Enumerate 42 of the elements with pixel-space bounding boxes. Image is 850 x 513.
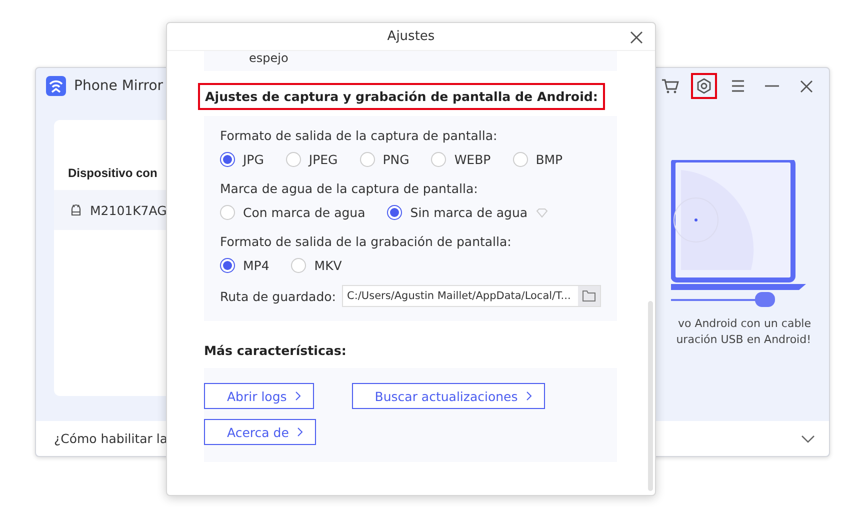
chevron-right-icon: [526, 391, 532, 401]
path-label: Ruta de guardado:: [220, 288, 336, 304]
folder-icon: [582, 290, 596, 302]
chevron-right-icon: [296, 427, 303, 437]
chevron-right-icon: [294, 391, 301, 401]
link-button[interactable]: Buscar actualizaciones: [352, 383, 545, 409]
group-label: Formato de salida de la grabación de pantalla:: [220, 234, 512, 249]
cart-icon: [661, 78, 679, 94]
device-heading: Dispositivo con: [67, 166, 158, 180]
radio-option[interactable]: BMP: [512, 152, 563, 167]
close-icon: [630, 30, 642, 44]
settings-button[interactable]: [691, 73, 717, 99]
link-button[interactable]: Abrir logs: [204, 383, 314, 409]
menu-icon: [731, 80, 745, 92]
link-button[interactable]: Acerca de: [204, 419, 316, 445]
scrollbar[interactable]: [648, 301, 653, 491]
android-icon: [70, 204, 82, 216]
radio-option[interactable]: MP4: [220, 258, 270, 273]
option-text: espejo: [248, 51, 290, 65]
section-title: Más características:: [204, 343, 348, 358]
group-label: Formato de salida de la captura de pantalla:: [220, 128, 498, 143]
settings-icon: [696, 78, 712, 94]
path-field[interactable]: C:/Users/Agustin Maillet/AppData/Local/T...: [342, 285, 601, 307]
radio-option[interactable]: Con marca de agua: [220, 205, 366, 220]
wifi-logo-icon: [46, 76, 66, 96]
radio-option[interactable]: Sin marca de agua: [387, 205, 548, 220]
connection-hint-line: uración USB en Android!: [676, 332, 811, 348]
close-icon: [800, 80, 812, 92]
browse-button[interactable]: [578, 286, 600, 306]
chevron-down-icon: [801, 434, 815, 442]
section-title: Ajustes de captura y grabación de pantalla de Android:: [198, 83, 605, 110]
device-name: M2101K7AG: [90, 202, 167, 218]
radio-option[interactable]: JPG: [220, 152, 264, 167]
radio-option[interactable]: MKV: [291, 258, 342, 273]
radio-option[interactable]: PNG: [360, 152, 410, 167]
radio-option[interactable]: WEBP: [431, 152, 491, 167]
minimize-icon: [765, 85, 779, 87]
connection-hint-line: vo Android con un cable: [678, 316, 811, 332]
group-label: Marca de agua de la captura de pantalla:: [220, 181, 479, 196]
dialog-title: Ajustes: [387, 29, 435, 44]
app-title: Phone Mirror: [74, 78, 164, 94]
radio-option[interactable]: JPEG: [286, 152, 338, 167]
